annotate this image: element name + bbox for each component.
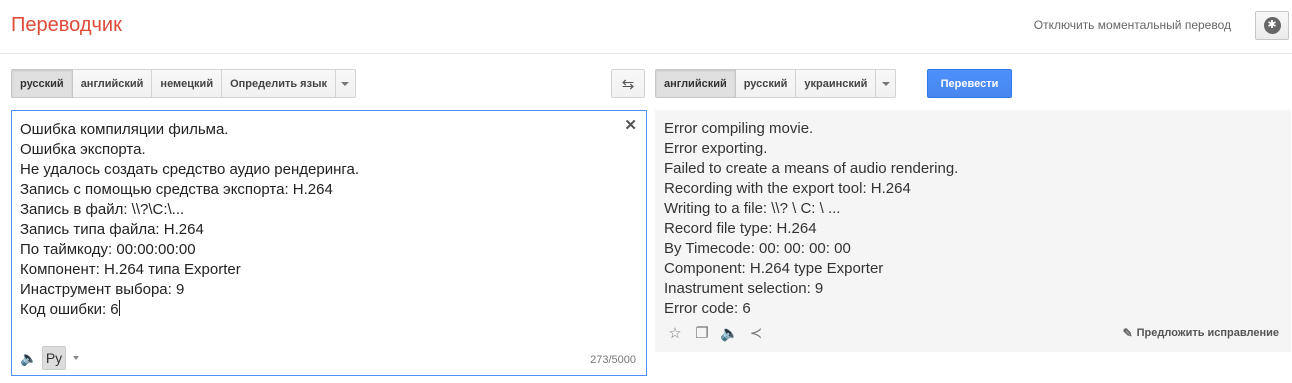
result-tools: ☆ ❐ 🔈 ≺ xyxy=(666,323,765,343)
target-lang-russian[interactable]: русский xyxy=(735,69,797,98)
source-lang-english[interactable]: английский xyxy=(72,69,153,98)
star-icon[interactable]: ☆ xyxy=(666,324,684,342)
instant-translation-off-link[interactable]: Отключить моментальный перевод xyxy=(1034,18,1231,32)
copy-icon[interactable]: ❐ xyxy=(693,324,711,342)
target-language-bar: английский русский украинский xyxy=(655,69,897,98)
target-lang-dropdown[interactable] xyxy=(876,69,897,98)
source-tools: 🔈 Ру xyxy=(20,346,79,370)
translation-result: Error compiling movie. Error exporting. … xyxy=(655,110,1291,352)
character-counter: 273/5000 xyxy=(590,354,636,366)
gear-icon: ✱ xyxy=(1263,17,1281,34)
share-icon[interactable]: ≺ xyxy=(747,324,765,342)
clear-text-button[interactable]: ✕ xyxy=(624,116,637,134)
chevron-down-icon xyxy=(341,81,350,86)
input-tools-button[interactable]: Ру xyxy=(42,346,66,370)
text-cursor xyxy=(118,300,120,316)
translate-button[interactable]: Перевести xyxy=(927,69,1012,98)
target-lang-english[interactable]: английский xyxy=(655,69,736,98)
pencil-icon: ✎ xyxy=(1122,326,1133,340)
source-text-area[interactable]: Ошибка компиляции фильма. Ошибка экспорт… xyxy=(11,110,647,376)
source-lang-dropdown[interactable] xyxy=(335,69,356,98)
swap-languages-button[interactable]: ⇆ xyxy=(611,69,645,98)
settings-button[interactable]: ✱ xyxy=(1255,11,1289,40)
target-lang-ukrainian[interactable]: украинский xyxy=(796,69,877,98)
suggest-edit-label: Предложить исправление xyxy=(1136,327,1279,339)
header-bar: Переводчик Отключить моментальный перево… xyxy=(0,0,1292,54)
speaker-icon[interactable]: 🔈 xyxy=(20,350,38,367)
chevron-down-icon xyxy=(881,81,890,86)
source-lang-german[interactable]: немецкий xyxy=(152,69,223,98)
chevron-down-icon[interactable] xyxy=(73,356,79,360)
app-title[interactable]: Переводчик xyxy=(11,14,122,37)
speaker-icon[interactable]: 🔈 xyxy=(720,324,739,342)
source-lang-detect[interactable]: Определить язык xyxy=(222,69,336,98)
source-language-bar: русский английский немецкий Определить я… xyxy=(11,69,356,98)
swap-arrows-icon: ⇆ xyxy=(621,75,635,93)
source-text[interactable]: Ошибка компиляции фильма. Ошибка экспорт… xyxy=(20,120,359,320)
translation-text: Error compiling movie. Error exporting. … xyxy=(664,120,959,317)
suggest-edit-link[interactable]: ✎ Предложить исправление xyxy=(1123,326,1279,340)
source-lang-russian[interactable]: русский xyxy=(11,69,73,98)
